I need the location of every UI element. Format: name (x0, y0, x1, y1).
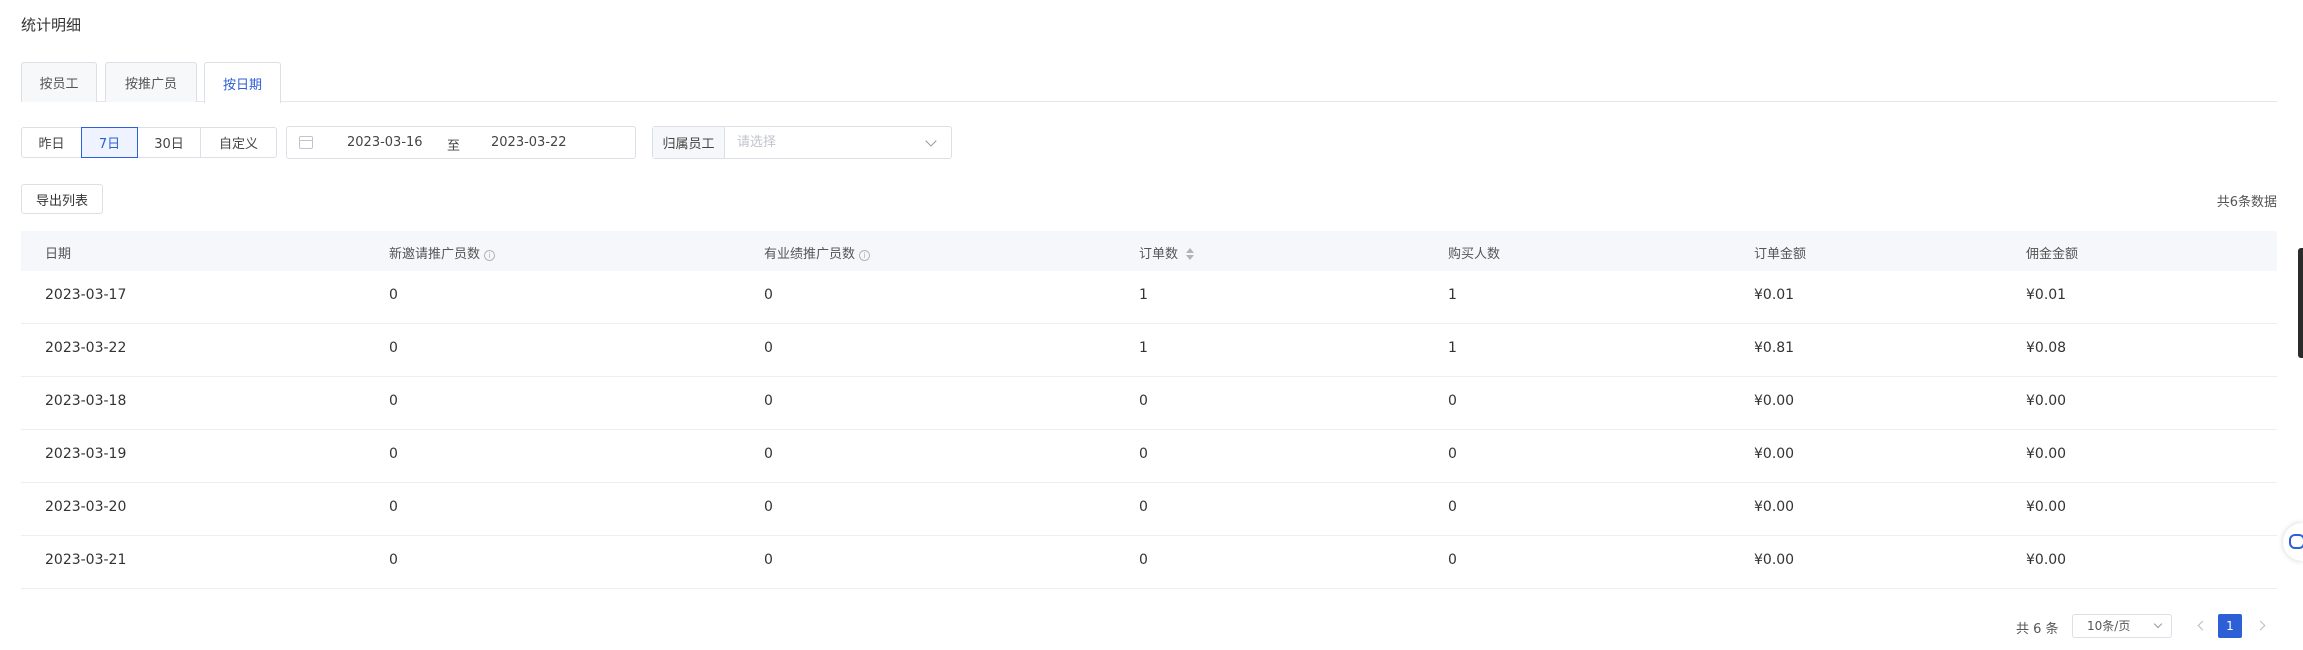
cell-buyers: 1 (1448, 287, 1457, 303)
tab-by-promoter[interactable]: 按推广员 (105, 62, 197, 102)
date-end[interactable]: 2023-03-22 (491, 135, 567, 150)
column-header-orders[interactable]: 订单数 (1139, 243, 1195, 262)
cell-buyers: 0 (1448, 446, 1457, 462)
cell-orders: 0 (1139, 499, 1148, 515)
sort-icon[interactable] (1186, 248, 1195, 260)
cell-active-promoters: 0 (764, 446, 773, 462)
pagination-total: 共 6 条 (2016, 622, 2059, 637)
cell-order-amount: ¥0.00 (1754, 393, 1795, 409)
tab-bar: 按员工 按推广员 按日期 (21, 62, 2277, 103)
info-icon[interactable]: i (484, 250, 496, 261)
chevron-down-icon (2153, 619, 2163, 629)
column-header-active-promoters: 有业绩推广员数 i (764, 243, 871, 262)
cell-date: 2023-03-19 (45, 446, 127, 462)
next-page-button[interactable] (2255, 617, 2269, 635)
page-size-value: 10条/页 (2087, 619, 2131, 633)
cell-orders: 0 (1139, 552, 1148, 568)
column-header-date: 日期 (45, 247, 72, 262)
column-header-order-amount: 订单金额 (1754, 247, 1807, 262)
cell-order-amount: ¥0.00 (1754, 552, 1795, 568)
cell-active-promoters: 0 (764, 552, 773, 568)
table-row: 2023-03-20 0 0 0 0 ¥0.00 ¥0.00 (21, 483, 2277, 536)
floating-chat-button[interactable] (2283, 523, 2303, 561)
cell-commission-amount: ¥0.08 (2026, 340, 2067, 356)
cell-active-promoters: 0 (764, 499, 773, 515)
cell-new-promoters: 0 (389, 499, 398, 515)
range-30-days-button[interactable]: 30日 (137, 127, 201, 158)
cell-new-promoters: 0 (389, 446, 398, 462)
employee-filter: 归属员工 (652, 126, 952, 159)
tab-by-date[interactable]: 按日期 (204, 62, 281, 103)
range-custom-button[interactable]: 自定义 (200, 127, 277, 158)
column-header-commission-amount: 佣金金额 (2026, 247, 2079, 262)
chat-icon (2289, 534, 2303, 549)
cell-orders: 0 (1139, 393, 1148, 409)
cell-new-promoters: 0 (389, 552, 398, 568)
range-yesterday-button[interactable]: 昨日 (21, 127, 82, 158)
table-row: 2023-03-18 0 0 0 0 ¥0.00 ¥0.00 (21, 377, 2277, 430)
table-row: 2023-03-19 0 0 0 0 ¥0.00 ¥0.00 (21, 430, 2277, 483)
scrollbar-handle[interactable] (2298, 248, 2303, 358)
cell-order-amount: ¥0.00 (1754, 446, 1795, 462)
cell-new-promoters: 0 (389, 340, 398, 356)
cell-date: 2023-03-17 (45, 287, 127, 303)
cell-order-amount: ¥0.01 (1754, 287, 1795, 303)
cell-date: 2023-03-18 (45, 393, 127, 409)
stats-table: 日期 新邀请推广员数 i 有业绩推广员数 i 订单数 购买人数 订单金额 佣金金额 … (21, 231, 2277, 589)
cell-new-promoters: 0 (389, 287, 398, 303)
date-start[interactable]: 2023-03-16 (347, 135, 423, 150)
tab-by-employee[interactable]: 按员工 (21, 62, 97, 102)
cell-date: 2023-03-22 (45, 340, 127, 356)
cell-buyers: 1 (1448, 340, 1457, 356)
cell-date: 2023-03-21 (45, 552, 127, 568)
column-header-buyers: 购买人数 (1448, 247, 1501, 262)
employee-select-input[interactable] (725, 127, 951, 158)
cell-date: 2023-03-20 (45, 499, 127, 515)
table-row: 2023-03-21 0 0 0 0 ¥0.00 ¥0.00 (21, 536, 2277, 589)
export-list-button[interactable]: 导出列表 (21, 184, 103, 214)
date-separator: 至 (447, 139, 461, 154)
cell-commission-amount: ¥0.00 (2026, 499, 2067, 515)
cell-orders: 0 (1139, 446, 1148, 462)
page-number-current[interactable]: 1 (2218, 614, 2242, 638)
cell-order-amount: ¥0.81 (1754, 340, 1795, 356)
cell-active-promoters: 0 (764, 287, 773, 303)
cell-commission-amount: ¥0.01 (2026, 287, 2067, 303)
cell-buyers: 0 (1448, 499, 1457, 515)
cell-orders: 1 (1139, 287, 1148, 303)
total-count: 共6条数据 (2216, 195, 2277, 210)
cell-active-promoters: 0 (764, 340, 773, 356)
employee-filter-label: 归属员工 (653, 127, 725, 158)
page-size-select[interactable]: 10条/页 (2072, 614, 2172, 638)
table-row: 2023-03-22 0 0 1 1 ¥0.81 ¥0.08 (21, 324, 2277, 377)
cell-buyers: 0 (1448, 552, 1457, 568)
calendar-icon (299, 136, 313, 149)
cell-commission-amount: ¥0.00 (2026, 393, 2067, 409)
cell-commission-amount: ¥0.00 (2026, 446, 2067, 462)
cell-buyers: 0 (1448, 393, 1457, 409)
range-7-days-button[interactable]: 7日 (81, 127, 138, 158)
cell-new-promoters: 0 (389, 393, 398, 409)
date-range-picker[interactable]: 2023-03-16 至 2023-03-22 (286, 126, 636, 159)
cell-orders: 1 (1139, 340, 1148, 356)
date-range-presets: 昨日 7日 30日 自定义 (21, 127, 277, 158)
table-row: 2023-03-17 0 0 1 1 ¥0.01 ¥0.01 (21, 271, 2277, 324)
cell-active-promoters: 0 (764, 393, 773, 409)
cell-commission-amount: ¥0.00 (2026, 552, 2067, 568)
column-header-new-promoters: 新邀请推广员数 i (389, 243, 496, 262)
page-title: 统计明细 (21, 16, 82, 34)
table-header: 日期 新邀请推广员数 i 有业绩推广员数 i 订单数 购买人数 订单金额 佣金金额 (21, 231, 2277, 271)
prev-page-button[interactable] (2194, 617, 2208, 635)
info-icon[interactable]: i (859, 250, 871, 261)
cell-order-amount: ¥0.00 (1754, 499, 1795, 515)
